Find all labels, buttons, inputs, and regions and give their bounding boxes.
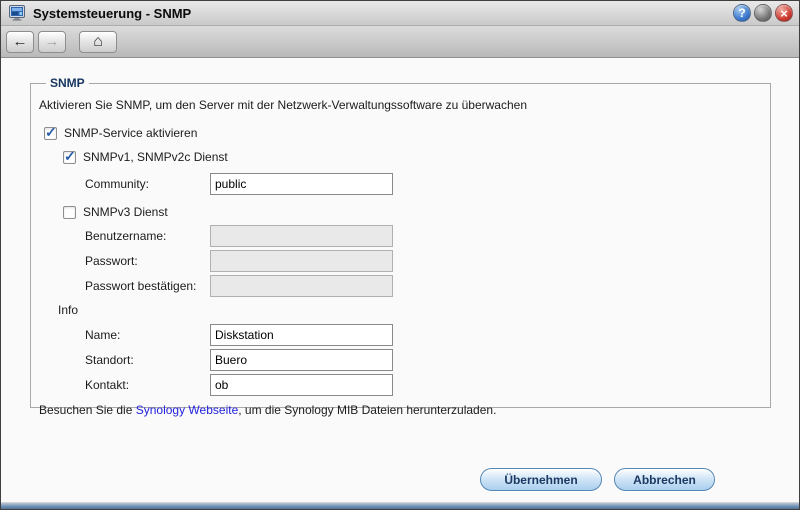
control-panel-monitor-icon	[9, 5, 26, 21]
name-label: Name:	[85, 328, 210, 342]
titlebar: Systemsteuerung - SNMP ? ×	[1, 1, 799, 26]
synology-website-link[interactable]: Synology Webseite	[136, 403, 239, 417]
snmp-description: Aktivieren Sie SNMP, um den Server mit d…	[39, 98, 762, 112]
help-glyph: ?	[738, 7, 745, 19]
mib-note-prefix: Besuchen Sie die	[39, 403, 136, 417]
mib-note-suffix: , um die Synology MIB Dateien herunterzu…	[238, 403, 496, 417]
close-icon[interactable]: ×	[775, 4, 793, 22]
snmp-service-checkbox[interactable]	[44, 127, 57, 140]
contact-row: Kontakt:	[39, 373, 762, 397]
contact-label: Kontakt:	[85, 378, 210, 392]
forward-arrow-icon: →	[45, 33, 60, 50]
snmpv3-row: SNMPv3 Dienst	[63, 204, 762, 220]
snmp-service-label: SNMP-Service aktivieren	[64, 126, 197, 140]
help-icon[interactable]: ?	[733, 4, 751, 22]
snmp-fieldset: SNMP Aktivieren Sie SNMP, um den Server …	[30, 76, 771, 408]
username-input	[210, 225, 393, 247]
contact-input[interactable]	[210, 374, 393, 396]
cancel-button[interactable]: Abbrechen	[614, 468, 715, 491]
username-row: Benutzername:	[39, 224, 762, 248]
password-label: Passwort:	[85, 254, 210, 268]
snmpv1v2-label: SNMPv1, SNMPv2c Dienst	[83, 150, 228, 164]
name-row: Name:	[39, 323, 762, 347]
snmp-legend: SNMP	[46, 76, 89, 90]
password-row: Passwort:	[39, 249, 762, 273]
password-confirm-label: Passwort bestätigen:	[85, 279, 210, 293]
snmp-service-row: SNMP-Service aktivieren	[44, 125, 762, 141]
close-glyph: ×	[780, 7, 788, 20]
control-panel-window: Systemsteuerung - SNMP ? × ← → ⌂ SNMP Ak…	[0, 0, 800, 510]
mib-note: Besuchen Sie die Synology Webseite, um d…	[39, 403, 762, 417]
content-area: SNMP Aktivieren Sie SNMP, um den Server …	[1, 58, 799, 502]
location-row: Standort:	[39, 348, 762, 372]
community-input[interactable]	[210, 173, 393, 195]
back-arrow-icon: ←	[13, 33, 28, 50]
info-heading: Info	[58, 303, 762, 318]
name-input[interactable]	[210, 324, 393, 346]
toolbar: ← → ⌂	[1, 26, 799, 58]
community-row: Community:	[39, 172, 762, 196]
window-bottom-bar	[1, 502, 799, 509]
back-button[interactable]: ←	[6, 31, 34, 53]
minimize-icon[interactable]	[754, 4, 772, 22]
home-icon: ⌂	[93, 33, 103, 51]
window-title: Systemsteuerung - SNMP	[33, 6, 191, 21]
snmpv1v2-checkbox[interactable]	[63, 151, 76, 164]
home-button[interactable]: ⌂	[79, 31, 117, 53]
password-input	[210, 250, 393, 272]
snmpv3-label: SNMPv3 Dienst	[83, 205, 168, 219]
username-label: Benutzername:	[85, 229, 210, 243]
apply-button[interactable]: Übernehmen	[480, 468, 602, 491]
window-controls: ? ×	[733, 4, 793, 22]
snmpv3-checkbox[interactable]	[63, 206, 76, 219]
snmpv1v2-row: SNMPv1, SNMPv2c Dienst	[63, 149, 762, 165]
location-label: Standort:	[85, 353, 210, 367]
community-label: Community:	[85, 177, 210, 191]
password-confirm-row: Passwort bestätigen:	[39, 274, 762, 298]
location-input[interactable]	[210, 349, 393, 371]
forward-button: →	[38, 31, 66, 53]
password-confirm-input	[210, 275, 393, 297]
